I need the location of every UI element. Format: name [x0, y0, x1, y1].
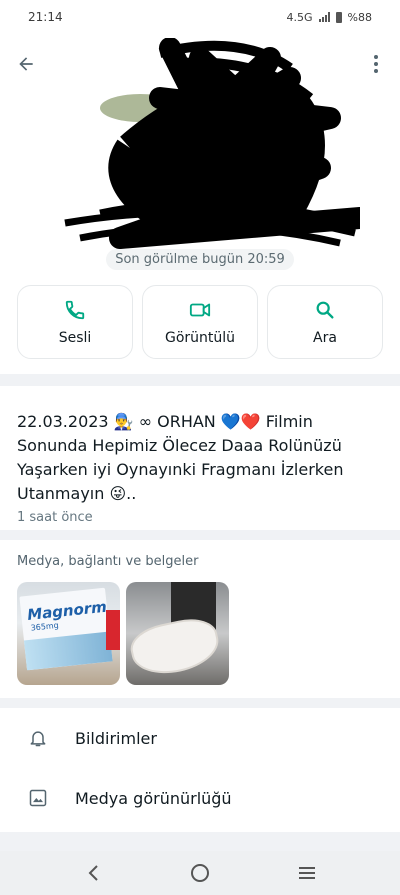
battery-percent: %88 — [347, 10, 372, 24]
action-buttons: Sesli Görüntülü Ara — [17, 285, 383, 359]
chevron-left-icon — [88, 865, 99, 881]
settings-section: Bildirimler Medya görünürlüğü — [0, 708, 400, 832]
more-vert-icon — [374, 55, 378, 73]
phone-icon — [65, 300, 85, 319]
medicine-box-band — [23, 631, 113, 671]
back-button[interactable] — [12, 50, 40, 78]
back-arrow-icon — [19, 57, 33, 71]
status-icons: 4.5G %88 — [287, 11, 372, 24]
status-time: 21:14 — [28, 10, 63, 24]
media-section: Medya, bağlantı ve belgeler Magnorm 365m… — [0, 540, 400, 698]
media-thumbnails: Magnorm 365mg — [17, 582, 383, 685]
notifications-row[interactable]: Bildirimler — [0, 708, 400, 768]
about-text: 22.03.2023 👨‍🔧 ∞ ORHAN 💙❤️ Filmin Sonund… — [17, 412, 344, 503]
medicine-box-shape: Magnorm 365mg — [19, 587, 113, 671]
video-call-button[interactable]: Görüntülü — [142, 285, 258, 359]
more-options-button[interactable] — [364, 50, 388, 78]
home-circle-icon — [190, 864, 209, 882]
voice-call-label: Sesli — [58, 329, 92, 346]
search-icon — [316, 301, 334, 319]
about-section[interactable]: 22.03.2023 👨‍🔧 ∞ ORHAN 💙❤️ Filmin Sonund… — [0, 386, 400, 530]
voice-call-button[interactable]: Sesli — [17, 285, 133, 359]
image-icon — [26, 786, 50, 810]
signal-icon — [318, 12, 330, 22]
system-nav-bar — [0, 851, 400, 895]
bell-icon — [26, 726, 50, 750]
system-back-button[interactable] — [73, 853, 113, 893]
last-seen-text: Son görülme bugün 20:59 — [106, 249, 294, 270]
medicine-box-brand: Magnorm — [26, 597, 108, 624]
contact-header: Son görülme bugün 20:59 Sesli Görüntülü … — [0, 34, 400, 374]
system-recents-button[interactable] — [287, 853, 327, 893]
video-call-label: Görüntülü — [164, 329, 236, 346]
search-label: Ara — [313, 329, 337, 346]
medicine-box-red-edge — [106, 610, 120, 650]
bath-tub — [126, 613, 224, 681]
menu-lines-icon — [298, 867, 315, 879]
about-time: 1 saat önce — [17, 510, 93, 525]
media-visibility-row[interactable]: Medya görünürlüğü — [0, 768, 400, 828]
media-thumbnail-baby-bath[interactable] — [126, 582, 229, 685]
profile-photo-scribbled[interactable] — [60, 38, 360, 250]
video-icon — [189, 303, 211, 316]
last-seen: Son görülme bugün 20:59 — [0, 248, 400, 270]
media-thumbnail-medicine-box[interactable]: Magnorm 365mg — [17, 582, 120, 685]
status-bar: 21:14 4.5G %88 — [0, 0, 400, 34]
network-label: 4.5G — [286, 10, 313, 24]
notifications-label: Bildirimler — [75, 728, 157, 748]
system-home-button[interactable] — [180, 853, 220, 893]
battery-icon — [335, 11, 342, 23]
search-button[interactable]: Ara — [267, 285, 383, 359]
media-visibility-label: Medya görünürlüğü — [75, 788, 232, 808]
medicine-box-dose: 365mg — [30, 620, 60, 633]
media-title[interactable]: Medya, bağlantı ve belgeler — [17, 554, 383, 569]
